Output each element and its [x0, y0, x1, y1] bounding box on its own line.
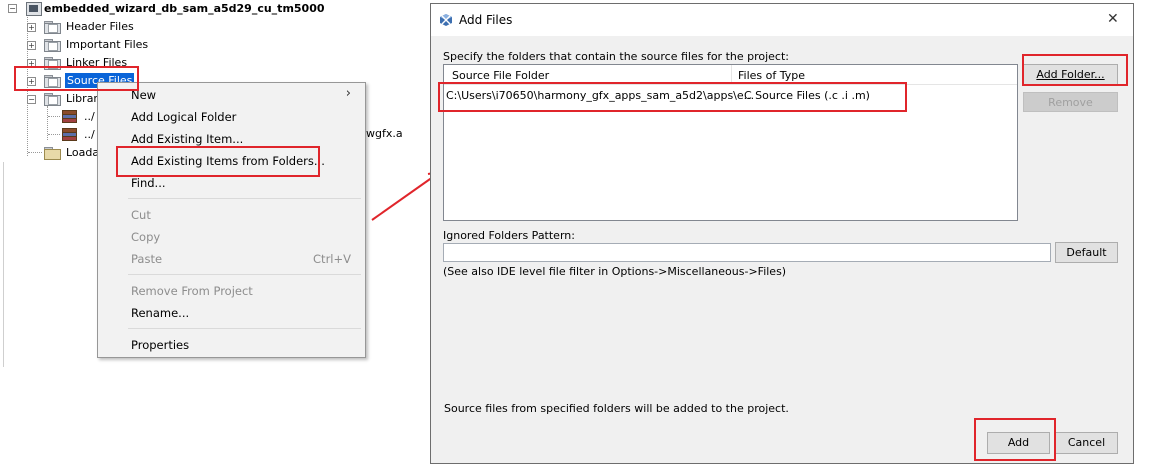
folder-icon: [44, 147, 61, 160]
menu-item-properties[interactable]: Properties: [131, 335, 189, 355]
tree-item-important-files[interactable]: + Important Files: [0, 36, 200, 53]
menu-separator: [128, 198, 361, 199]
default-label: Default: [1066, 246, 1107, 259]
library-file-suffix: wgfx.a: [366, 127, 403, 140]
footer-note: Source files from specified folders will…: [444, 402, 789, 415]
tree-item-library-file[interactable]: ../: [0, 108, 100, 125]
highlight-source-files: [14, 66, 139, 91]
menu-item-rename[interactable]: Rename...: [131, 303, 189, 323]
menu-item-cut[interactable]: Cut: [131, 205, 151, 225]
menu-item-copy[interactable]: Copy: [131, 227, 160, 247]
menu-item-paste[interactable]: Paste: [131, 249, 162, 269]
close-icon[interactable]: ✕: [1107, 11, 1119, 27]
tree-item-label: Header Files: [66, 20, 134, 33]
column-header-files-of-type[interactable]: Files of Type: [738, 69, 805, 82]
menu-shortcut-paste: Ctrl+V: [313, 252, 351, 266]
tree-item-label: Important Files: [66, 38, 149, 51]
menu-separator: [128, 274, 361, 275]
netbeans-cube-icon: [440, 14, 452, 26]
highlight-add-from-folders: [116, 146, 320, 177]
expand-toggle-icon[interactable]: +: [27, 23, 36, 32]
folder-icon: [44, 93, 61, 106]
collapse-toggle-icon[interactable]: −: [8, 4, 17, 13]
menu-item-add-logical-folder[interactable]: Add Logical Folder: [131, 107, 236, 127]
highlight-add-button: [974, 418, 1056, 461]
menu-separator: [128, 328, 361, 329]
panel-edge: [3, 162, 4, 367]
dialog-title: Add Files: [459, 13, 513, 27]
folder-icon: [44, 39, 61, 52]
menu-item-remove-from-project[interactable]: Remove From Project: [131, 281, 253, 301]
library-books-icon: [62, 110, 77, 123]
tree-item-label: Loada: [66, 146, 100, 159]
specify-folders-label: Specify the folders that contain the sou…: [443, 50, 790, 63]
remove-button[interactable]: Remove: [1023, 92, 1118, 112]
submenu-arrow-icon: ›: [345, 86, 351, 101]
tree-item-header-files[interactable]: + Header Files: [0, 18, 200, 35]
collapse-toggle-icon[interactable]: −: [27, 95, 36, 104]
cancel-label: Cancel: [1067, 436, 1106, 449]
highlight-folder-row: [438, 82, 907, 112]
highlight-add-folder: [1022, 54, 1128, 86]
context-menu: New › Add Logical Folder Add Existing It…: [97, 82, 366, 358]
tree-item-loadables[interactable]: Loada: [0, 144, 100, 161]
tree-item-library-file[interactable]: ../: [0, 126, 100, 143]
project-name: embedded_wizard_db_sam_a5d29_cu_tm5000: [44, 2, 325, 15]
project-chip-icon: [26, 2, 42, 16]
see-also-note: (See also IDE level file filter in Optio…: [443, 265, 787, 278]
remove-label: Remove: [1048, 96, 1093, 109]
folder-icon: [44, 21, 61, 34]
default-button[interactable]: Default: [1055, 242, 1118, 263]
ignored-folders-label: Ignored Folders Pattern:: [443, 229, 575, 242]
dialog-titlebar: Add Files ✕: [431, 4, 1133, 36]
column-header-source-folder[interactable]: Source File Folder: [452, 69, 549, 82]
tree-item-label: ../: [84, 128, 95, 141]
library-books-icon: [62, 128, 77, 141]
ignored-pattern-input[interactable]: [443, 243, 1051, 262]
cancel-button[interactable]: Cancel: [1055, 432, 1118, 454]
expand-toggle-icon[interactable]: +: [27, 41, 36, 50]
tree-item-label: ../: [84, 110, 95, 123]
